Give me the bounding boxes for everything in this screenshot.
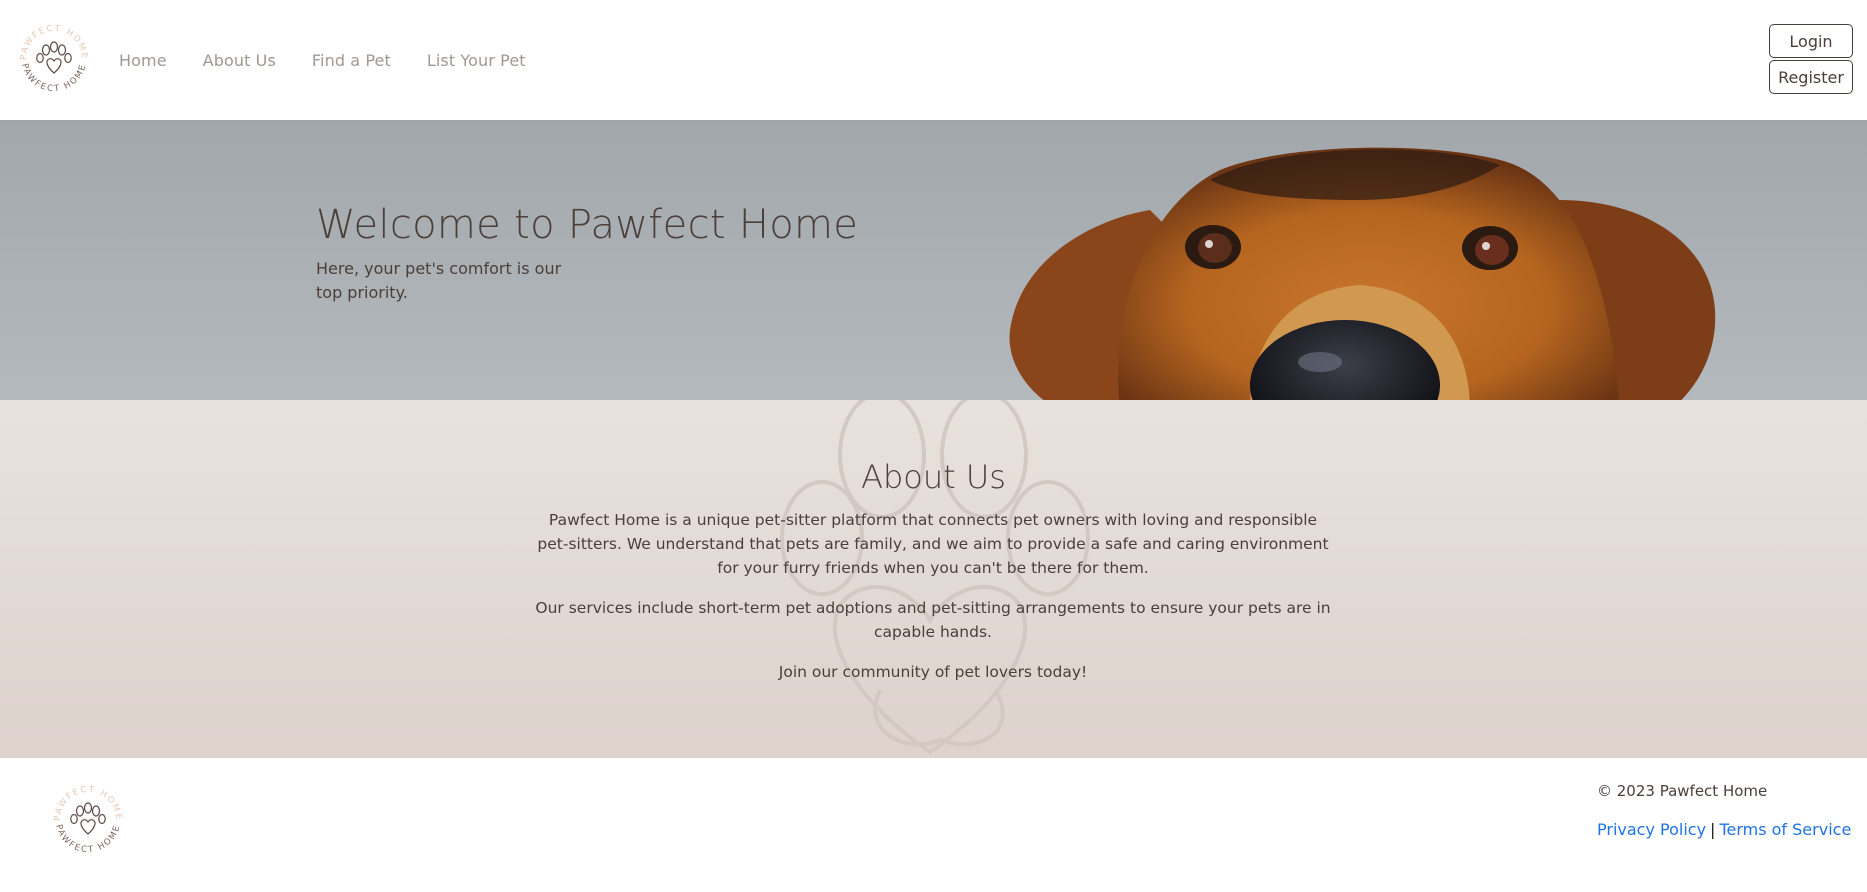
terms-of-service-link[interactable]: Terms of Service — [1719, 820, 1851, 839]
hero-banner: Welcome to Pawfect Home Here, your pet's… — [0, 120, 1867, 400]
svg-text:PAWFECT HOME: PAWFECT HOME — [53, 823, 122, 855]
nav-find-a-pet[interactable]: Find a Pet — [312, 51, 391, 70]
nav-list-your-pet[interactable]: List Your Pet — [427, 51, 526, 70]
auth-buttons: Login Register — [1769, 24, 1853, 94]
copyright-text: © 2023 Pawfect Home — [1597, 782, 1768, 800]
nav-home[interactable]: Home — [119, 51, 167, 70]
link-separator: | — [1710, 820, 1716, 839]
main-nav: Home About Us Find a Pet List Your Pet — [119, 51, 562, 70]
about-body: Pawfect Home is a unique pet-sitter plat… — [533, 508, 1333, 700]
register-button[interactable]: Register — [1769, 60, 1853, 94]
about-paragraph: Join our community of pet lovers today! — [778, 663, 1088, 681]
privacy-policy-link[interactable]: Privacy Policy — [1597, 820, 1706, 839]
hero-title: Welcome to Pawfect Home — [316, 202, 859, 248]
about-paragraph: Our services include short-term pet adop… — [535, 599, 1331, 641]
nav-about-us[interactable]: About Us — [203, 51, 276, 70]
paw-heart-logo[interactable]: PAWFECT HOME PAWFECT HOME — [12, 17, 96, 101]
hero-subtitle: Here, your pet's comfort is our top prio… — [316, 259, 562, 302]
footer-links: Privacy Policy | Terms of Service — [1597, 820, 1851, 839]
site-header: PAWFECT HOME PAWFECT HOME Home About Us … — [0, 0, 1867, 120]
about-title: About Us — [861, 458, 1006, 496]
site-footer: PAWFECT HOME PAWFECT HOME © 2023 Pawfect… — [0, 758, 1867, 892]
login-button[interactable]: Login — [1769, 24, 1853, 58]
about-section: About Us Pawfect Home is a unique pet-si… — [0, 400, 1867, 758]
paw-heart-logo[interactable]: PAWFECT HOME PAWFECT HOME — [46, 778, 130, 862]
about-paragraph: Pawfect Home is a unique pet-sitter plat… — [537, 511, 1329, 577]
svg-text:PAWFECT HOME: PAWFECT HOME — [19, 62, 88, 94]
dog-face-image — [1009, 147, 1716, 400]
